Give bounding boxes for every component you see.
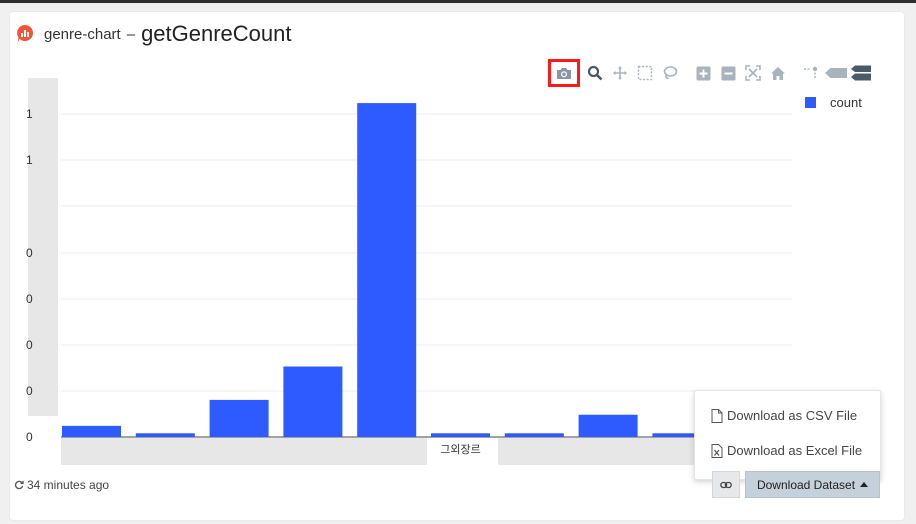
last-updated-text: 34 minutes ago — [27, 478, 110, 492]
download-dataset-label: Download Dataset — [756, 477, 856, 492]
excel-file-icon — [711, 443, 723, 458]
file-icon — [711, 408, 723, 423]
hover-compare-icon — [851, 65, 871, 81]
hover-closest-button[interactable] — [825, 62, 847, 84]
download-csv-item[interactable]: Download as CSV File — [711, 408, 857, 423]
download-dataset-button[interactable]: Download Dataset — [745, 471, 880, 498]
link-icon — [720, 481, 732, 488]
home-icon — [771, 66, 785, 80]
zoom-out-button[interactable] — [717, 62, 739, 84]
lasso-select-icon — [663, 66, 678, 80]
download-excel-item[interactable]: Download as Excel File — [711, 443, 862, 458]
legend-label: count — [830, 95, 862, 110]
chart-name: genre-chart — [44, 25, 121, 43]
download-excel-label: Download as Excel File — [727, 443, 863, 458]
y-axis-label-mask — [28, 78, 58, 416]
chart-legend[interactable]: count — [805, 95, 862, 110]
autoscale-button[interactable] — [742, 62, 764, 84]
copy-link-button[interactable] — [712, 471, 740, 498]
last-updated: 34 minutes ago — [14, 478, 109, 492]
zoom-in-button[interactable] — [692, 62, 714, 84]
reset-axes-button[interactable] — [767, 62, 789, 84]
pan-button[interactable] — [609, 62, 631, 84]
pan-icon — [613, 66, 627, 80]
download-csv-label: Download as CSV File — [727, 408, 858, 423]
plot-modebar — [548, 59, 875, 87]
zoom-icon — [587, 65, 603, 81]
legend-swatch — [805, 97, 816, 108]
lasso-select-button[interactable] — [659, 62, 681, 84]
hover-closest-icon — [825, 67, 847, 79]
zoom-in-icon — [696, 66, 710, 80]
box-select-button[interactable] — [634, 62, 656, 84]
spike-lines-icon — [804, 66, 818, 78]
refresh-icon — [14, 480, 24, 490]
download-png-button[interactable] — [548, 59, 580, 87]
download-dropdown-menu: Download as CSV File Download as Excel F… — [694, 390, 881, 480]
box-select-icon — [637, 65, 653, 81]
x-axis-label-mask-left — [61, 438, 427, 465]
spike-lines-button[interactable] — [800, 62, 822, 84]
hover-compare-button[interactable] — [850, 62, 872, 84]
zoom-out-icon — [721, 66, 735, 80]
card-title: genre-chart – getGenreCount — [16, 20, 292, 48]
autoscale-icon — [745, 65, 761, 81]
camera-icon — [557, 67, 571, 79]
caret-up-icon — [860, 481, 869, 487]
function-name: getGenreCount — [141, 21, 292, 46]
chart-logo-icon — [17, 24, 34, 43]
title-separator: – — [126, 25, 136, 43]
zoom-button[interactable] — [584, 62, 606, 84]
